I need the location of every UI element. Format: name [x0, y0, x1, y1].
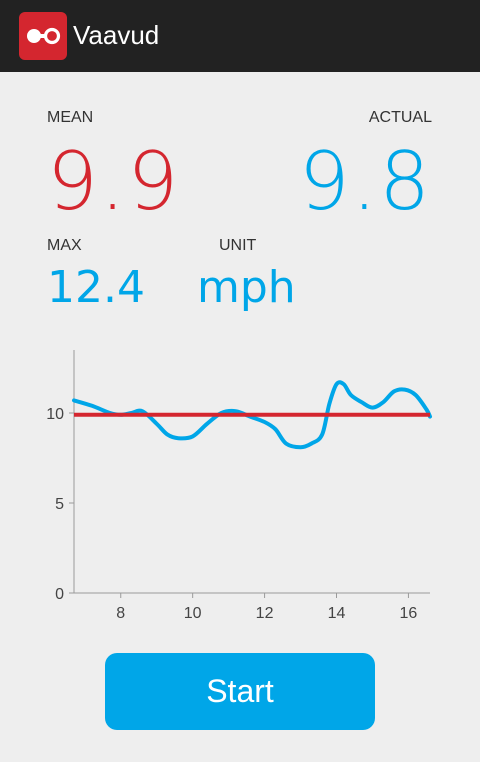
- mean-label: MEAN: [47, 109, 94, 126]
- y-tick-label: 5: [55, 496, 64, 513]
- x-tick-label: 12: [256, 605, 274, 622]
- x-tick-label: 10: [184, 605, 202, 622]
- max-label: MAX: [47, 237, 82, 254]
- actual-label: ACTUAL: [368, 109, 432, 126]
- wind-speed-chart: 0 5 10 8 10 12 14 16: [46, 350, 432, 622]
- app-title: Vaavud: [73, 20, 160, 50]
- vaavud-logo-icon[interactable]: [19, 12, 67, 60]
- x-tick-label: 16: [400, 605, 418, 622]
- unit-selector[interactable]: mph: [197, 266, 296, 310]
- start-button[interactable]: Start: [105, 653, 375, 730]
- x-tick-label: 8: [116, 605, 125, 622]
- action-bar: Vaavud: [0, 0, 480, 72]
- actual-value: 9.8: [298, 135, 432, 228]
- y-tick-label: 10: [46, 406, 64, 423]
- mean-value: 9.9: [47, 135, 181, 228]
- y-tick-label: 0: [55, 586, 64, 603]
- unit-label: UNIT: [219, 237, 257, 254]
- x-tick-label: 14: [328, 605, 346, 622]
- max-value: 12.4: [47, 262, 145, 313]
